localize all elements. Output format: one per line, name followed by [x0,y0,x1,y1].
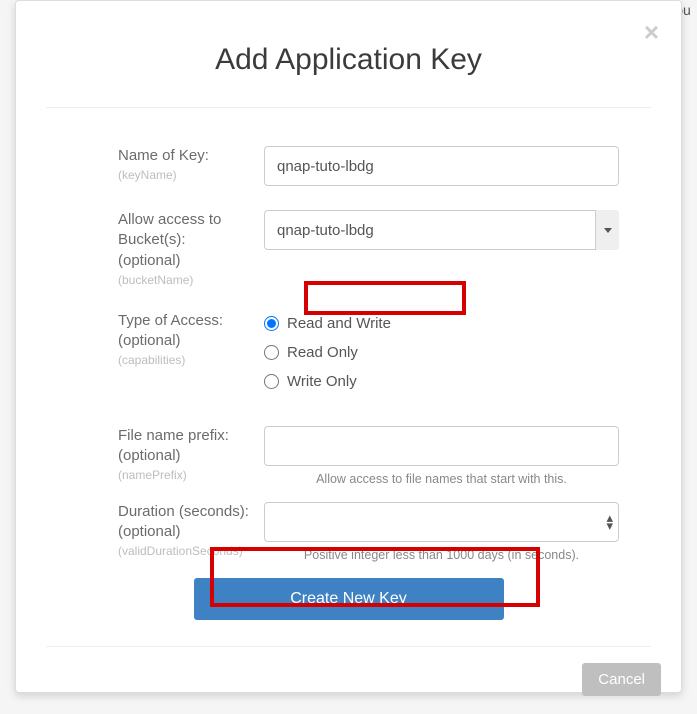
duration-hint: Positive integer less than 1000 days (in… [264,548,619,562]
bucket-sub: (optional) [118,251,264,271]
bucket-select[interactable] [264,210,619,250]
radio-read-write[interactable]: Read and Write [264,315,619,332]
name-code: (keyName) [118,168,264,182]
add-key-modal: × Add Application Key Name of Key: (keyN… [15,0,682,693]
duration-sub: (optional) [118,522,264,542]
radio-write-only[interactable]: Write Only [264,373,619,390]
access-sub: (optional) [118,331,264,351]
prefix-input[interactable] [264,426,619,466]
radio-write-only-label: Write Only [287,373,357,390]
create-key-button[interactable]: Create New Key [194,578,504,620]
access-code: (capabilities) [118,353,264,367]
modal-title: Add Application Key [16,1,681,107]
prefix-hint: Allow access to file names that start wi… [264,472,619,486]
prefix-code: (namePrefix) [118,468,264,482]
divider [46,107,651,108]
radio-read-only-input[interactable] [264,345,279,360]
radio-write-only-input[interactable] [264,374,279,389]
bucket-code: (bucketName) [118,273,264,287]
duration-input[interactable] [264,502,619,542]
radio-read-only[interactable]: Read Only [264,344,619,361]
name-label: Name of Key: [118,146,264,166]
radio-read-write-label: Read and Write [287,315,391,332]
divider [46,646,651,647]
duration-code: (validDurationSeconds) [118,544,264,558]
name-input[interactable] [264,146,619,186]
prefix-label: File name prefix: [118,426,264,446]
radio-read-only-label: Read Only [287,344,358,361]
duration-label: Duration (seconds): [118,502,264,522]
access-label: Type of Access: [118,311,264,331]
cancel-button[interactable]: Cancel [582,663,661,696]
prefix-sub: (optional) [118,446,264,466]
bucket-label: Allow access to Bucket(s): [118,210,264,251]
close-icon[interactable]: × [644,19,659,45]
radio-read-write-input[interactable] [264,316,279,331]
number-spinner-icon[interactable]: ▴▾ [606,514,613,530]
